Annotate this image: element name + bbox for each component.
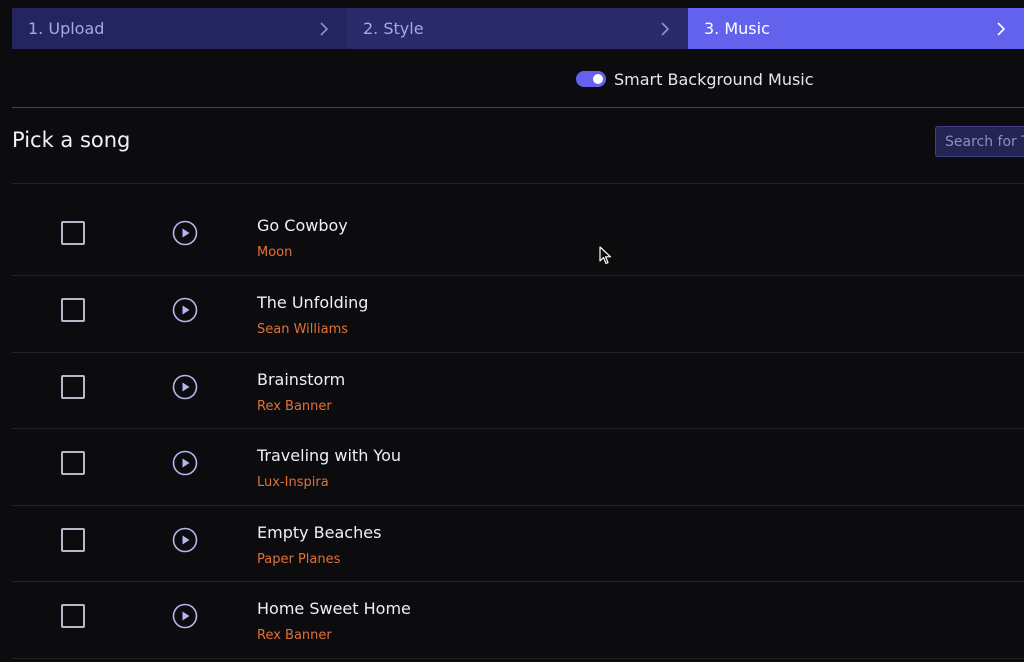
step-style[interactable]: 2. Style	[347, 8, 688, 49]
list-item: Go Cowboy Moon	[12, 195, 1024, 276]
header-divider	[12, 107, 1024, 108]
song-title: Traveling with You	[257, 446, 401, 465]
song-checkbox[interactable]	[61, 451, 85, 475]
song-title: Home Sweet Home	[257, 599, 411, 618]
smart-music-label: Smart Background Music	[614, 69, 814, 89]
song-artist: Paper Planes	[257, 551, 341, 567]
play-icon[interactable]	[172, 603, 198, 629]
search-input[interactable]	[935, 126, 1024, 157]
chevron-right-icon	[319, 21, 331, 37]
song-checkbox[interactable]	[61, 374, 85, 399]
toggle-knob	[593, 74, 603, 84]
mouse-cursor-icon	[599, 246, 612, 265]
song-checkbox[interactable]	[61, 527, 85, 552]
list-item: Brainstorm Rex Banner	[12, 353, 1024, 429]
song-list: Go Cowboy Moon The Unfolding Sean Willia…	[12, 195, 1024, 659]
play-icon[interactable]	[172, 450, 198, 476]
song-artist: Moon	[257, 245, 293, 260]
song-title: The Unfolding	[257, 293, 369, 312]
song-artist: Sean Williams	[257, 322, 349, 337]
step-style-label: 2. Style	[363, 19, 424, 38]
chevron-right-icon	[996, 21, 1008, 37]
song-checkbox[interactable]	[61, 221, 85, 245]
song-artist: Rex Banner	[257, 398, 332, 414]
smart-music-option: Smart Background Music	[576, 68, 814, 90]
song-artist: Lux-Inspira	[257, 475, 329, 490]
list-item: Home Sweet Home Rex Banner	[12, 582, 1024, 659]
chevron-right-icon	[660, 21, 672, 37]
page-title: Pick a song	[12, 128, 131, 152]
list-top-divider	[12, 183, 1024, 184]
list-item: Empty Beaches Paper Planes	[12, 506, 1024, 582]
song-title: Empty Beaches	[257, 522, 382, 542]
smart-music-toggle[interactable]	[576, 71, 606, 87]
step-music[interactable]: 3. Music	[688, 8, 1024, 49]
song-artist: Rex Banner	[257, 628, 332, 643]
song-checkbox[interactable]	[61, 298, 85, 322]
step-upload-label: 1. Upload	[28, 19, 105, 38]
list-item: The Unfolding Sean Williams	[12, 276, 1024, 353]
step-music-label: 3. Music	[704, 19, 770, 38]
song-title: Brainstorm	[257, 369, 346, 389]
play-icon[interactable]	[172, 374, 198, 400]
play-icon[interactable]	[172, 297, 198, 323]
wizard-stepper: 1. Upload 2. Style 3. Music	[12, 8, 1024, 49]
play-icon[interactable]	[172, 527, 198, 553]
step-upload[interactable]: 1. Upload	[12, 8, 347, 49]
play-icon[interactable]	[172, 220, 198, 246]
list-item: Traveling with You Lux-Inspira	[12, 429, 1024, 506]
song-title: Go Cowboy	[257, 216, 348, 235]
song-checkbox[interactable]	[61, 604, 85, 628]
